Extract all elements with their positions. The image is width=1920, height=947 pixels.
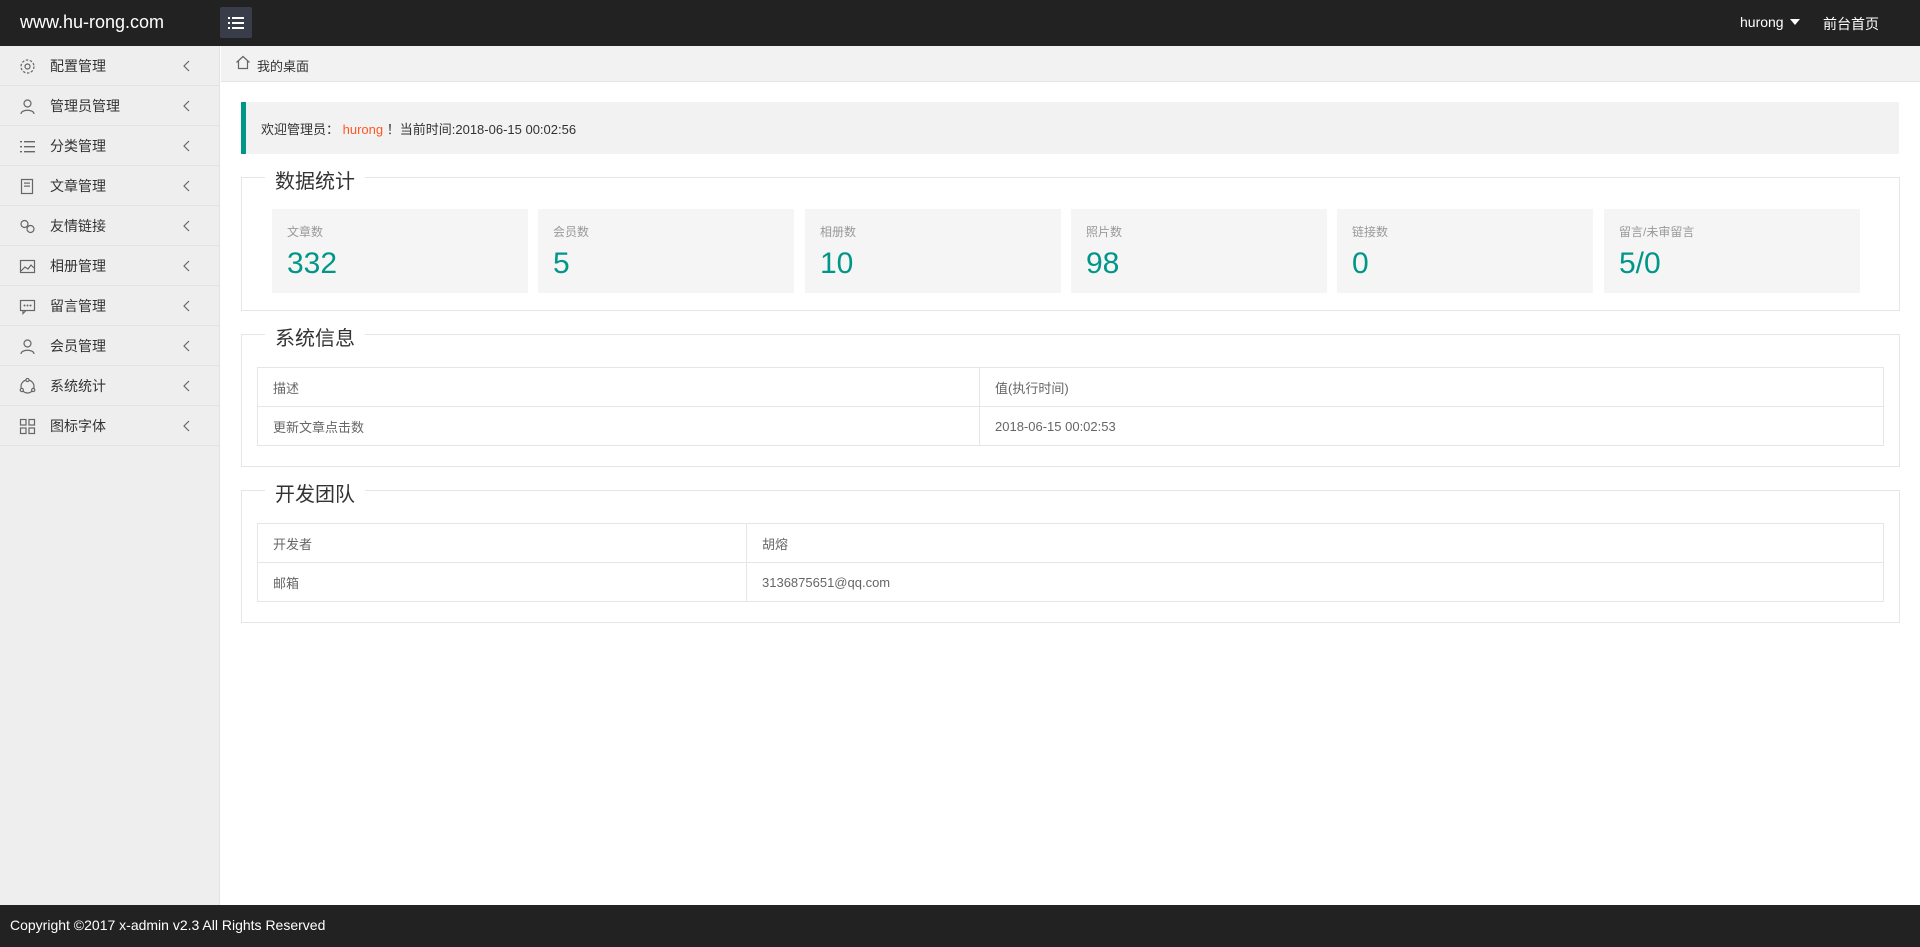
list-icon <box>19 138 36 155</box>
stat-card-messages[interactable]: 留言/未审留言 5/0 <box>1604 209 1860 293</box>
welcome-username: hurong <box>342 122 384 137</box>
stat-label: 照片数 <box>1086 225 1123 239</box>
breadcrumb-current[interactable]: 我的桌面 <box>257 56 309 75</box>
welcome-banner: 欢迎管理员： hurong ！当前时间:2018-06-15 00:02:56 <box>241 102 1899 154</box>
stat-value: 98 <box>1086 247 1120 280</box>
dev-team-title: 开发团队 <box>265 478 365 507</box>
chevron-left-icon <box>182 219 190 237</box>
top-header: www.hu-rong.com hurong 前台首页 <box>0 0 1920 46</box>
stats-title: 数据统计 <box>265 165 365 194</box>
sidebar-item-messages[interactable]: 留言管理 <box>0 286 219 326</box>
stat-label: 留言/未审留言 <box>1619 225 1695 239</box>
chevron-left-icon <box>182 139 190 157</box>
system-info-title: 系统信息 <box>265 322 365 351</box>
admin-user-icon <box>19 98 36 115</box>
stat-label: 会员数 <box>553 225 590 239</box>
table-cell: 描述 <box>257 367 980 407</box>
sidebar-item-label: 相册管理 <box>50 257 106 274</box>
sidebar: 配置管理 管理员管理 分类管理 文章管理 友情链接 相册管理 留言管理 会员管理… <box>0 46 220 905</box>
site-logo[interactable]: www.hu-rong.com <box>20 12 164 33</box>
stat-value: 10 <box>820 247 854 280</box>
menu-toggle-button[interactable] <box>220 7 252 38</box>
table-row: 更新文章点击数 2018-06-15 00:02:53 <box>257 406 1884 446</box>
sidebar-item-icon-fonts[interactable]: 图标字体 <box>0 406 219 446</box>
chevron-left-icon <box>182 339 190 357</box>
stats-icon <box>19 378 36 395</box>
sidebar-item-label: 管理员管理 <box>50 97 120 114</box>
sidebar-item-label: 分类管理 <box>50 137 106 154</box>
stat-value: 5 <box>553 247 570 280</box>
chevron-left-icon <box>182 419 190 437</box>
sidebar-item-statistics[interactable]: 系统统计 <box>0 366 219 406</box>
sidebar-item-label: 图标字体 <box>50 417 106 434</box>
table-cell: 更新文章点击数 <box>257 406 980 446</box>
sidebar-item-members[interactable]: 会员管理 <box>0 326 219 366</box>
table-cell: 值(执行时间) <box>979 367 1884 407</box>
sidebar-item-label: 会员管理 <box>50 337 106 354</box>
document-icon <box>19 178 36 195</box>
sidebar-item-label: 留言管理 <box>50 297 106 314</box>
table-cell: 2018-06-15 00:02:53 <box>979 406 1884 446</box>
stat-value: 332 <box>287 247 338 280</box>
table-cell: 开发者 <box>257 523 747 563</box>
stat-value: 0 <box>1352 247 1369 280</box>
stat-label: 文章数 <box>287 225 324 239</box>
table-row: 描述 值(执行时间) <box>257 367 1884 407</box>
stat-card-albums[interactable]: 相册数 10 <box>805 209 1061 293</box>
dev-team-table: 开发者 胡熔 邮箱 3136875651@qq.com <box>257 523 1884 602</box>
chevron-left-icon <box>182 179 190 197</box>
stats-panel: 数据统计 文章数 332 会员数 5 相册数 10 照片数 98 链接数 0 留… <box>241 165 1900 311</box>
front-page-link[interactable]: 前台首页 <box>1823 14 1879 34</box>
footer: Copyright ©2017 x-admin v2.3 All Rights … <box>0 905 1920 947</box>
chevron-left-icon <box>182 59 190 77</box>
sidebar-item-links[interactable]: 友情链接 <box>0 206 219 246</box>
sidebar-item-admins[interactable]: 管理员管理 <box>0 86 219 126</box>
home-icon <box>235 55 251 75</box>
table-cell: 3136875651@qq.com <box>746 562 1884 602</box>
chevron-left-icon <box>182 299 190 317</box>
stat-card-links[interactable]: 链接数 0 <box>1337 209 1593 293</box>
table-cell: 胡熔 <box>746 523 1884 563</box>
grid-icon <box>19 418 36 435</box>
stat-card-photos[interactable]: 照片数 98 <box>1071 209 1327 293</box>
system-info-table: 描述 值(执行时间) 更新文章点击数 2018-06-15 00:02:53 <box>257 367 1884 446</box>
user-name: hurong <box>1740 14 1784 30</box>
table-cell: 邮箱 <box>257 562 747 602</box>
sidebar-item-label: 友情链接 <box>50 217 106 234</box>
sidebar-item-label: 配置管理 <box>50 57 106 74</box>
welcome-prefix: 欢迎管理员： <box>261 122 340 137</box>
gear-icon <box>19 58 36 75</box>
dev-team-panel: 开发团队 开发者 胡熔 邮箱 3136875651@qq.com <box>241 478 1900 623</box>
sidebar-item-articles[interactable]: 文章管理 <box>0 166 219 206</box>
stat-label: 链接数 <box>1352 225 1389 239</box>
user-menu[interactable]: hurong <box>1740 14 1800 30</box>
sidebar-item-config[interactable]: 配置管理 <box>0 46 219 86</box>
sidebar-item-categories[interactable]: 分类管理 <box>0 126 219 166</box>
sidebar-item-albums[interactable]: 相册管理 <box>0 246 219 286</box>
sidebar-item-label: 系统统计 <box>50 377 106 394</box>
stat-card-articles[interactable]: 文章数 332 <box>272 209 528 293</box>
menu-list-icon <box>228 16 244 29</box>
image-icon <box>19 258 36 275</box>
welcome-time: ！当前时间:2018-06-15 00:02:56 <box>386 122 577 137</box>
table-row: 邮箱 3136875651@qq.com <box>257 562 1884 602</box>
chevron-left-icon <box>182 259 190 277</box>
link-icon <box>19 218 36 235</box>
breadcrumb: 我的桌面 <box>221 46 1920 82</box>
chevron-left-icon <box>182 379 190 397</box>
sidebar-item-label: 文章管理 <box>50 177 106 194</box>
caret-down-icon <box>1789 19 1800 25</box>
stat-label: 相册数 <box>820 225 857 239</box>
table-row: 开发者 胡熔 <box>257 523 1884 563</box>
stat-value: 5/0 <box>1619 247 1661 280</box>
chevron-left-icon <box>182 99 190 117</box>
system-info-panel: 系统信息 描述 值(执行时间) 更新文章点击数 2018-06-15 00:02… <box>241 322 1900 467</box>
message-icon <box>19 298 36 315</box>
stat-card-members[interactable]: 会员数 5 <box>538 209 794 293</box>
user-icon <box>19 338 36 355</box>
